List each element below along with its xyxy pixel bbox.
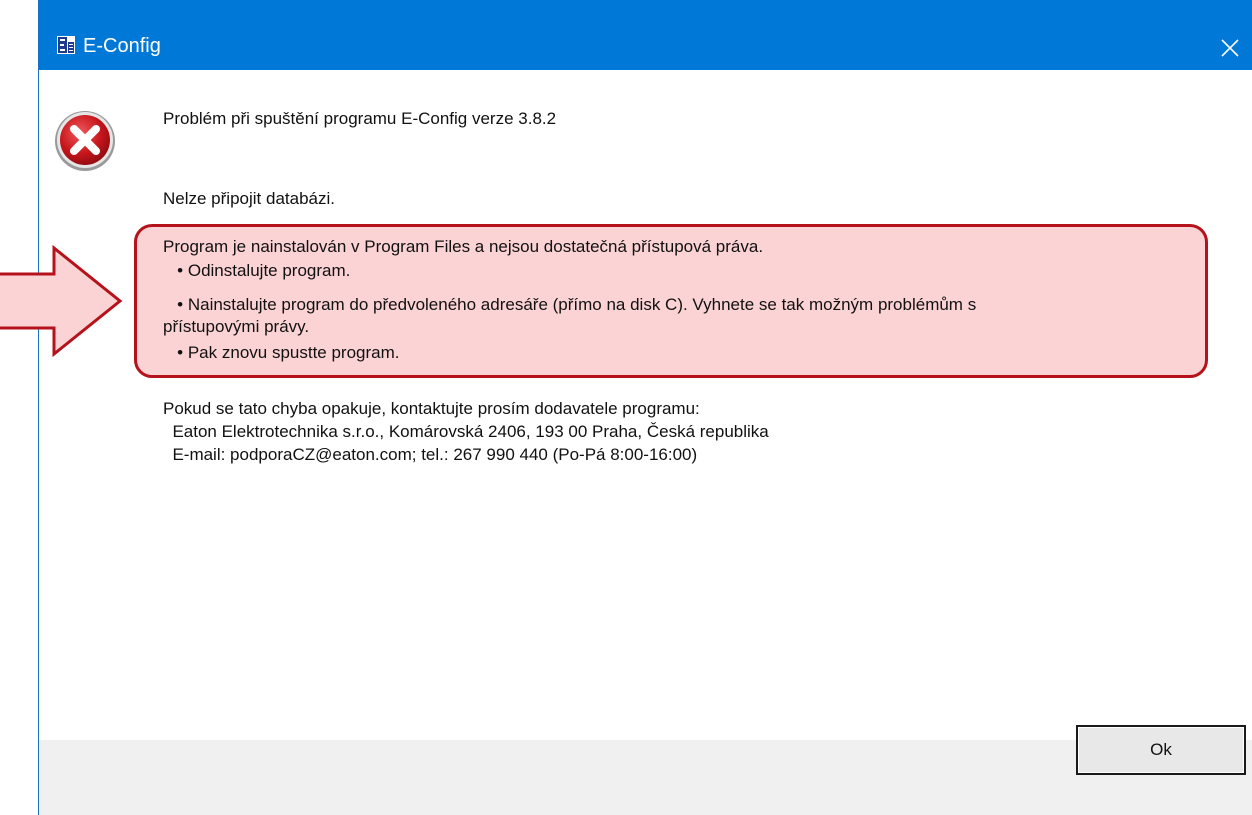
close-icon — [1221, 39, 1239, 57]
title-bar[interactable]: E-Config — [39, 0, 1252, 70]
contact-line: E-mail: podporaCZ@eaton.com; tel.: 267 9… — [163, 445, 698, 464]
e-config-app-icon — [57, 36, 75, 54]
error-dialog: E-Config Problém při spuštění programu E… — [38, 0, 1252, 815]
contact-line: Eaton Elektrotechnika s.r.o., Komárovská… — [163, 422, 769, 441]
ok-button[interactable]: Ok — [1076, 725, 1246, 775]
error-heading: Problém při spuštění programu E-Config v… — [163, 109, 557, 128]
button-bar — [39, 740, 1252, 815]
highlight-line: Program je nainstalován v Program Files … — [163, 237, 764, 256]
window-title: E-Config — [83, 35, 161, 57]
database-error-text: Nelze připojit databázi. — [163, 189, 335, 208]
highlight-line: přístupovými právy. — [163, 317, 310, 336]
highlight-line: • Odinstalujte program. — [163, 261, 351, 280]
highlight-line: • Pak znovu spustte program. — [163, 343, 400, 362]
highlight-line: • Nainstalujte program do předvoleného a… — [163, 295, 977, 314]
error-x-icon — [55, 111, 115, 171]
close-button[interactable] — [1207, 26, 1252, 70]
contact-line: Pokud se tato chyba opakuje, kontaktujte… — [163, 399, 700, 418]
callout-arrow-icon — [0, 244, 123, 358]
